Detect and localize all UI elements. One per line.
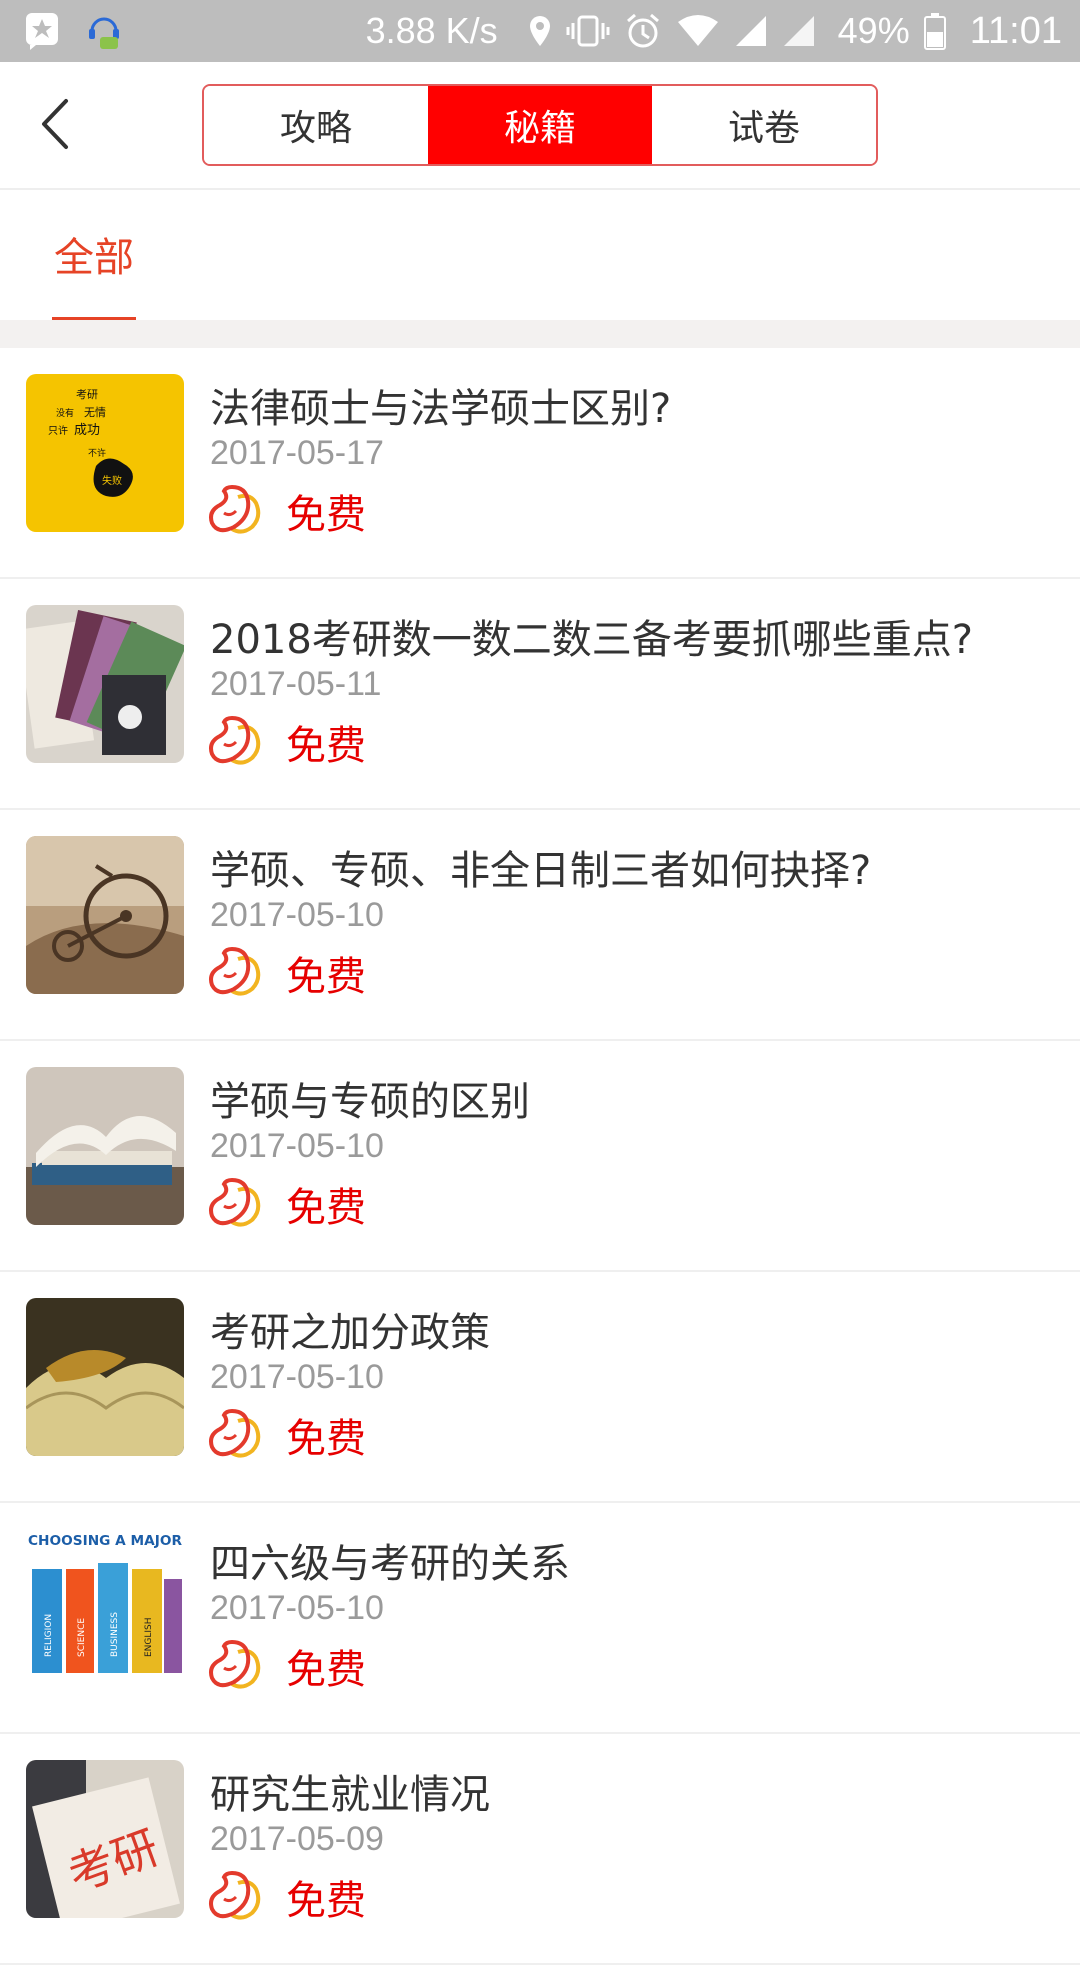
list-item[interactable]: 学硕与专硕的区别 2017-05-10 免费 <box>0 1041 1080 1272</box>
price-row: 免费 <box>208 713 366 771</box>
app-notification-icon <box>24 11 60 51</box>
notebooks-thumbnail <box>26 605 184 763</box>
poster-text-6: 不许 <box>88 447 106 459</box>
tab-miji[interactable]: 秘籍 <box>428 86 652 164</box>
poster-text-7: 失败 <box>102 474 122 487</box>
clock: 11:01 <box>969 9 1062 52</box>
bean-icon <box>208 1869 264 1925</box>
leaf-book-thumbnail <box>26 1298 184 1456</box>
section-divider <box>0 320 1080 348</box>
major-caption: CHOOSING A MAJOR <box>28 1534 182 1549</box>
kaoyan-paper-thumbnail: 考研 <box>26 1760 184 1918</box>
list-item[interactable]: 2018考研数一数二数三备考要抓哪些重点? 2017-05-11 免费 <box>0 579 1080 810</box>
bean-icon <box>208 1176 264 1232</box>
list-item[interactable]: CHOOSING A MAJOR RELIGION SCIENCE BUSINE… <box>0 1503 1080 1734</box>
filter-tab-all[interactable]: 全部 <box>52 190 136 320</box>
major-books-thumbnail: CHOOSING A MAJOR RELIGION SCIENCE BUSINE… <box>26 1529 184 1687</box>
price-row: 免费 <box>208 944 366 1002</box>
item-price: 免费 <box>286 1416 366 1462</box>
segment-control: 攻略 秘籍 试卷 <box>202 84 878 166</box>
spine-label-3: BUSINESS <box>110 1612 120 1657</box>
price-row: 免费 <box>208 1175 366 1233</box>
tab-shijuan[interactable]: 试卷 <box>652 86 876 164</box>
signal-icon-2 <box>782 14 816 48</box>
list-item[interactable]: 考研 没有 无情 只许 成功 不许 失败 法律硕士与法学硕士区别? 2017-0… <box>0 348 1080 579</box>
item-title: 学硕、专硕、非全日制三者如何抉择? <box>210 848 872 894</box>
poster-thumbnail: 考研 没有 无情 只许 成功 不许 失败 <box>26 374 184 532</box>
item-date: 2017-05-11 <box>210 665 382 703</box>
battery-percent: 49% <box>837 10 910 51</box>
location-icon <box>528 14 552 48</box>
item-price: 免费 <box>286 954 366 1000</box>
bean-icon <box>208 1638 264 1694</box>
chevron-left-icon <box>38 97 72 155</box>
item-price: 免费 <box>286 492 366 538</box>
vibrate-icon <box>566 14 610 48</box>
price-row: 免费 <box>208 1868 366 1926</box>
item-price: 免费 <box>286 1185 366 1231</box>
item-title: 学硕与专硕的区别 <box>210 1079 530 1125</box>
spine-label-1: RELIGION <box>44 1614 54 1657</box>
item-title: 法律硕士与法学硕士区别? <box>210 386 672 432</box>
bean-icon <box>208 483 264 539</box>
bean-icon <box>208 945 264 1001</box>
item-title: 四六级与考研的关系 <box>210 1541 570 1587</box>
item-title: 研究生就业情况 <box>210 1772 490 1818</box>
poster-text-2: 没有 <box>56 407 74 419</box>
open-book-thumbnail <box>26 1067 184 1225</box>
header: 攻略 秘籍 试卷 <box>0 62 1080 190</box>
item-date: 2017-05-10 <box>210 1358 384 1396</box>
battery-icon <box>923 12 946 50</box>
price-row: 免费 <box>208 1637 366 1695</box>
spine-label-4: ENGLISH <box>144 1617 154 1657</box>
item-price: 免费 <box>286 1878 366 1924</box>
list-item[interactable]: 学硕、专硕、非全日制三者如何抉择? 2017-05-10 免费 <box>0 810 1080 1041</box>
signal-icon <box>734 14 768 48</box>
item-date: 2017-05-10 <box>210 1589 384 1627</box>
tab-gonglve[interactable]: 攻略 <box>204 86 428 164</box>
list-item[interactable]: 考研 研究生就业情况 2017-05-09 免费 <box>0 1734 1080 1965</box>
spine-label-2: SCIENCE <box>77 1618 87 1657</box>
poster-text-5: 成功 <box>74 423 100 438</box>
bean-icon <box>208 714 264 770</box>
poster-text-1: 考研 <box>76 388 98 401</box>
network-speed: 3.88 K/s <box>365 10 498 51</box>
category-filter-bar: 全部 <box>0 190 1080 320</box>
item-date: 2017-05-10 <box>210 896 384 934</box>
item-price: 免费 <box>286 723 366 769</box>
item-date: 2017-05-09 <box>210 1820 384 1858</box>
item-date: 2017-05-10 <box>210 1127 384 1165</box>
price-row: 免费 <box>208 482 366 540</box>
bean-icon <box>208 1407 264 1463</box>
wifi-icon <box>676 14 720 48</box>
back-button[interactable] <box>20 86 90 166</box>
item-title: 2018考研数一数二数三备考要抓哪些重点? <box>210 617 974 663</box>
item-title: 考研之加分政策 <box>210 1310 490 1356</box>
price-row: 免费 <box>208 1406 366 1464</box>
article-list: 考研 没有 无情 只许 成功 不许 失败 法律硕士与法学硕士区别? 2017-0… <box>0 348 1080 1965</box>
bicycle-book-thumbnail <box>26 836 184 994</box>
chat-support-icon <box>86 11 122 51</box>
poster-text-3: 无情 <box>84 406 106 419</box>
poster-text-4: 只许 <box>48 425 68 437</box>
status-bar: 3.88 K/s 49% 11:01 <box>0 0 1080 62</box>
alarm-icon <box>624 12 662 50</box>
item-date: 2017-05-17 <box>210 434 384 472</box>
list-item[interactable]: 考研之加分政策 2017-05-10 免费 <box>0 1272 1080 1503</box>
item-price: 免费 <box>286 1647 366 1693</box>
